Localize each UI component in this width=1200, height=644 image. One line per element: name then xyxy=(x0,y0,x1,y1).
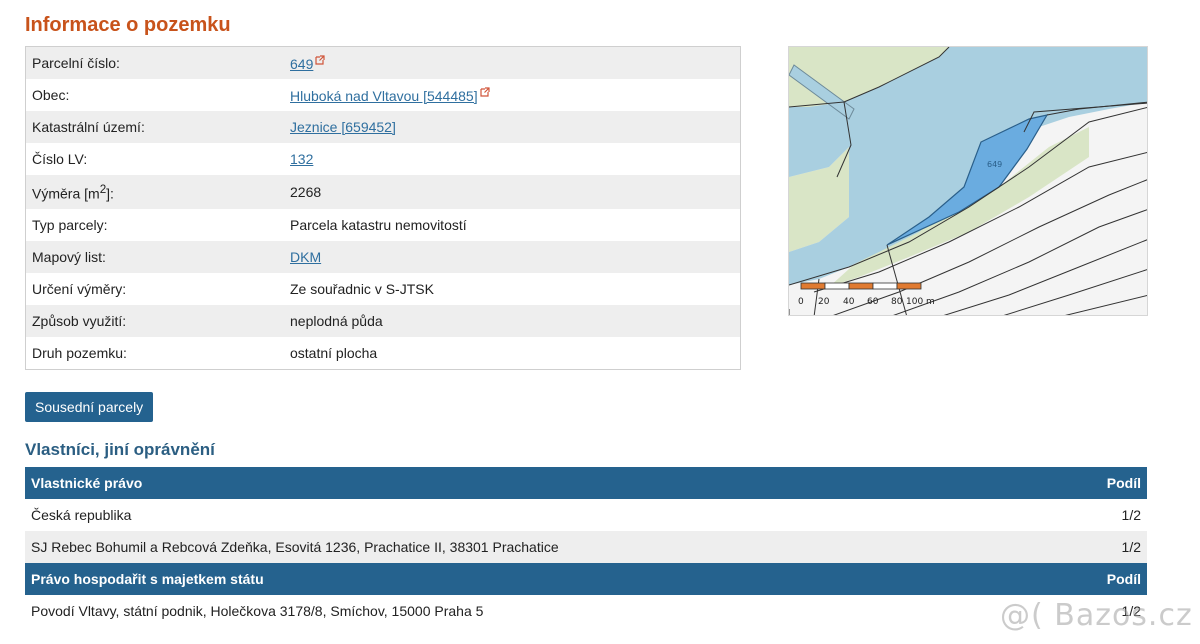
info-row-area-method: Určení výměry: Ze souřadnic v S-JTSK xyxy=(26,273,741,305)
cadastral-area-link[interactable]: Jeznice [659452] xyxy=(290,119,396,135)
map-parcel-label: 649 xyxy=(987,160,1002,169)
owner-row: Povodí Vltavy, státní podnik, Holečkova … xyxy=(25,595,1147,627)
owners-table: Vlastnické právo Podíl Česká republika 1… xyxy=(25,467,1147,627)
section-title: Právo hospodařit s majetkem státu xyxy=(25,563,1055,595)
info-label: Druh pozemku: xyxy=(32,345,127,361)
info-label: Typ parcely: xyxy=(32,217,108,233)
share-header: Podíl xyxy=(1055,467,1147,499)
watermark: @( Bazos.cz xyxy=(1000,598,1193,633)
scale-label: 100 m xyxy=(906,297,935,307)
info-row-municipality: Obec: Hluboká nad Vltavou [544485] xyxy=(26,79,741,111)
info-value: Jeznice [659452] xyxy=(284,111,741,143)
info-label: Parcelní číslo: xyxy=(25,46,284,79)
info-value: 2268 xyxy=(284,175,741,209)
area-label-end: ]: xyxy=(106,185,114,202)
parcel-number-link[interactable]: 649 xyxy=(290,56,313,72)
scale-label: 20 xyxy=(818,297,830,307)
map-sheet-link[interactable]: DKM xyxy=(290,249,321,265)
scale-label: 60 xyxy=(867,297,879,307)
info-row-map-sheet: Mapový list: DKM xyxy=(25,241,741,273)
section-title: Vlastnické právo xyxy=(25,467,1055,499)
parcel-map[interactable]: 649 0 20 40 60 80 100 m xyxy=(788,46,1148,316)
info-row-cadastral-area: Katastrální území: Jeznice [659452] xyxy=(25,111,741,143)
info-value: Parcela katastru nemovitostí xyxy=(290,217,467,233)
neighbor-parcels-button[interactable]: Sousední parcely xyxy=(25,392,154,422)
owner-share: 1/2 xyxy=(1055,499,1147,531)
info-value: ostatní plocha xyxy=(290,345,378,361)
owner-name: Povodí Vltavy, státní podnik, Holečkova … xyxy=(25,595,1055,627)
info-value: neplodná půda xyxy=(284,305,741,337)
info-label: Výměra [m2]: xyxy=(25,175,284,209)
municipality-link[interactable]: Hluboká nad Vltavou [544485] xyxy=(290,88,478,104)
info-row-parcel-number: Parcelní číslo: 649 xyxy=(25,46,741,79)
owner-name: SJ Rebec Bohumil a Rebcová Zdeňka, Esovi… xyxy=(25,531,1055,563)
area-label-main: Výměra [m xyxy=(32,185,100,202)
scale-label: 40 xyxy=(843,297,855,307)
owner-name: Česká republika xyxy=(25,499,1055,531)
page-title: Informace o pozemku xyxy=(25,14,231,36)
owners-section-header: Vlastnické právo Podíl xyxy=(25,467,1147,499)
owner-row: Česká republika 1/2 xyxy=(25,499,1147,531)
parcel-map-graphic: 649 0 20 40 60 80 100 m xyxy=(789,47,1147,315)
info-value: DKM xyxy=(284,241,741,273)
info-row-parcel-type: Typ parcely: Parcela katastru nemovitost… xyxy=(26,209,741,241)
info-value: Ze souřadnic v S-JTSK xyxy=(290,281,434,297)
external-link-icon[interactable] xyxy=(315,54,325,65)
owner-row: SJ Rebec Bohumil a Rebcová Zdeňka, Esovi… xyxy=(25,531,1147,563)
info-value: 132 xyxy=(284,143,741,175)
info-label: Katastrální území: xyxy=(25,111,284,143)
external-link-icon[interactable] xyxy=(479,86,490,97)
info-row-lv-number: Číslo LV: 132 xyxy=(26,143,741,175)
info-value: Hluboká nad Vltavou [544485] xyxy=(284,79,741,111)
owners-title: Vlastníci, jiní oprávnění xyxy=(25,440,215,459)
scale-label: 80 xyxy=(891,297,903,307)
info-label: Způsob využití: xyxy=(25,305,284,337)
owners-section-header: Právo hospodařit s majetkem státu Podíl xyxy=(25,563,1147,595)
info-label: Určení výměry: xyxy=(32,281,127,297)
lv-number-link[interactable]: 132 xyxy=(290,151,313,167)
info-row-area: Výměra [m2]: 2268 xyxy=(25,175,741,209)
info-label: Číslo LV: xyxy=(32,151,88,167)
info-row-land-use: Způsob využití: neplodná půda xyxy=(25,305,741,337)
owner-share: 1/2 xyxy=(1055,531,1147,563)
scale-label: 0 xyxy=(798,297,804,307)
info-value: 649 xyxy=(284,46,741,79)
info-label: Obec: xyxy=(32,87,70,103)
info-label: Mapový list: xyxy=(25,241,284,273)
parcel-info-table: Parcelní číslo: 649 Obec: Hluboká nad Vl… xyxy=(25,46,741,370)
info-row-land-type: Druh pozemku: ostatní plocha xyxy=(26,337,741,370)
share-header: Podíl xyxy=(1055,563,1147,595)
